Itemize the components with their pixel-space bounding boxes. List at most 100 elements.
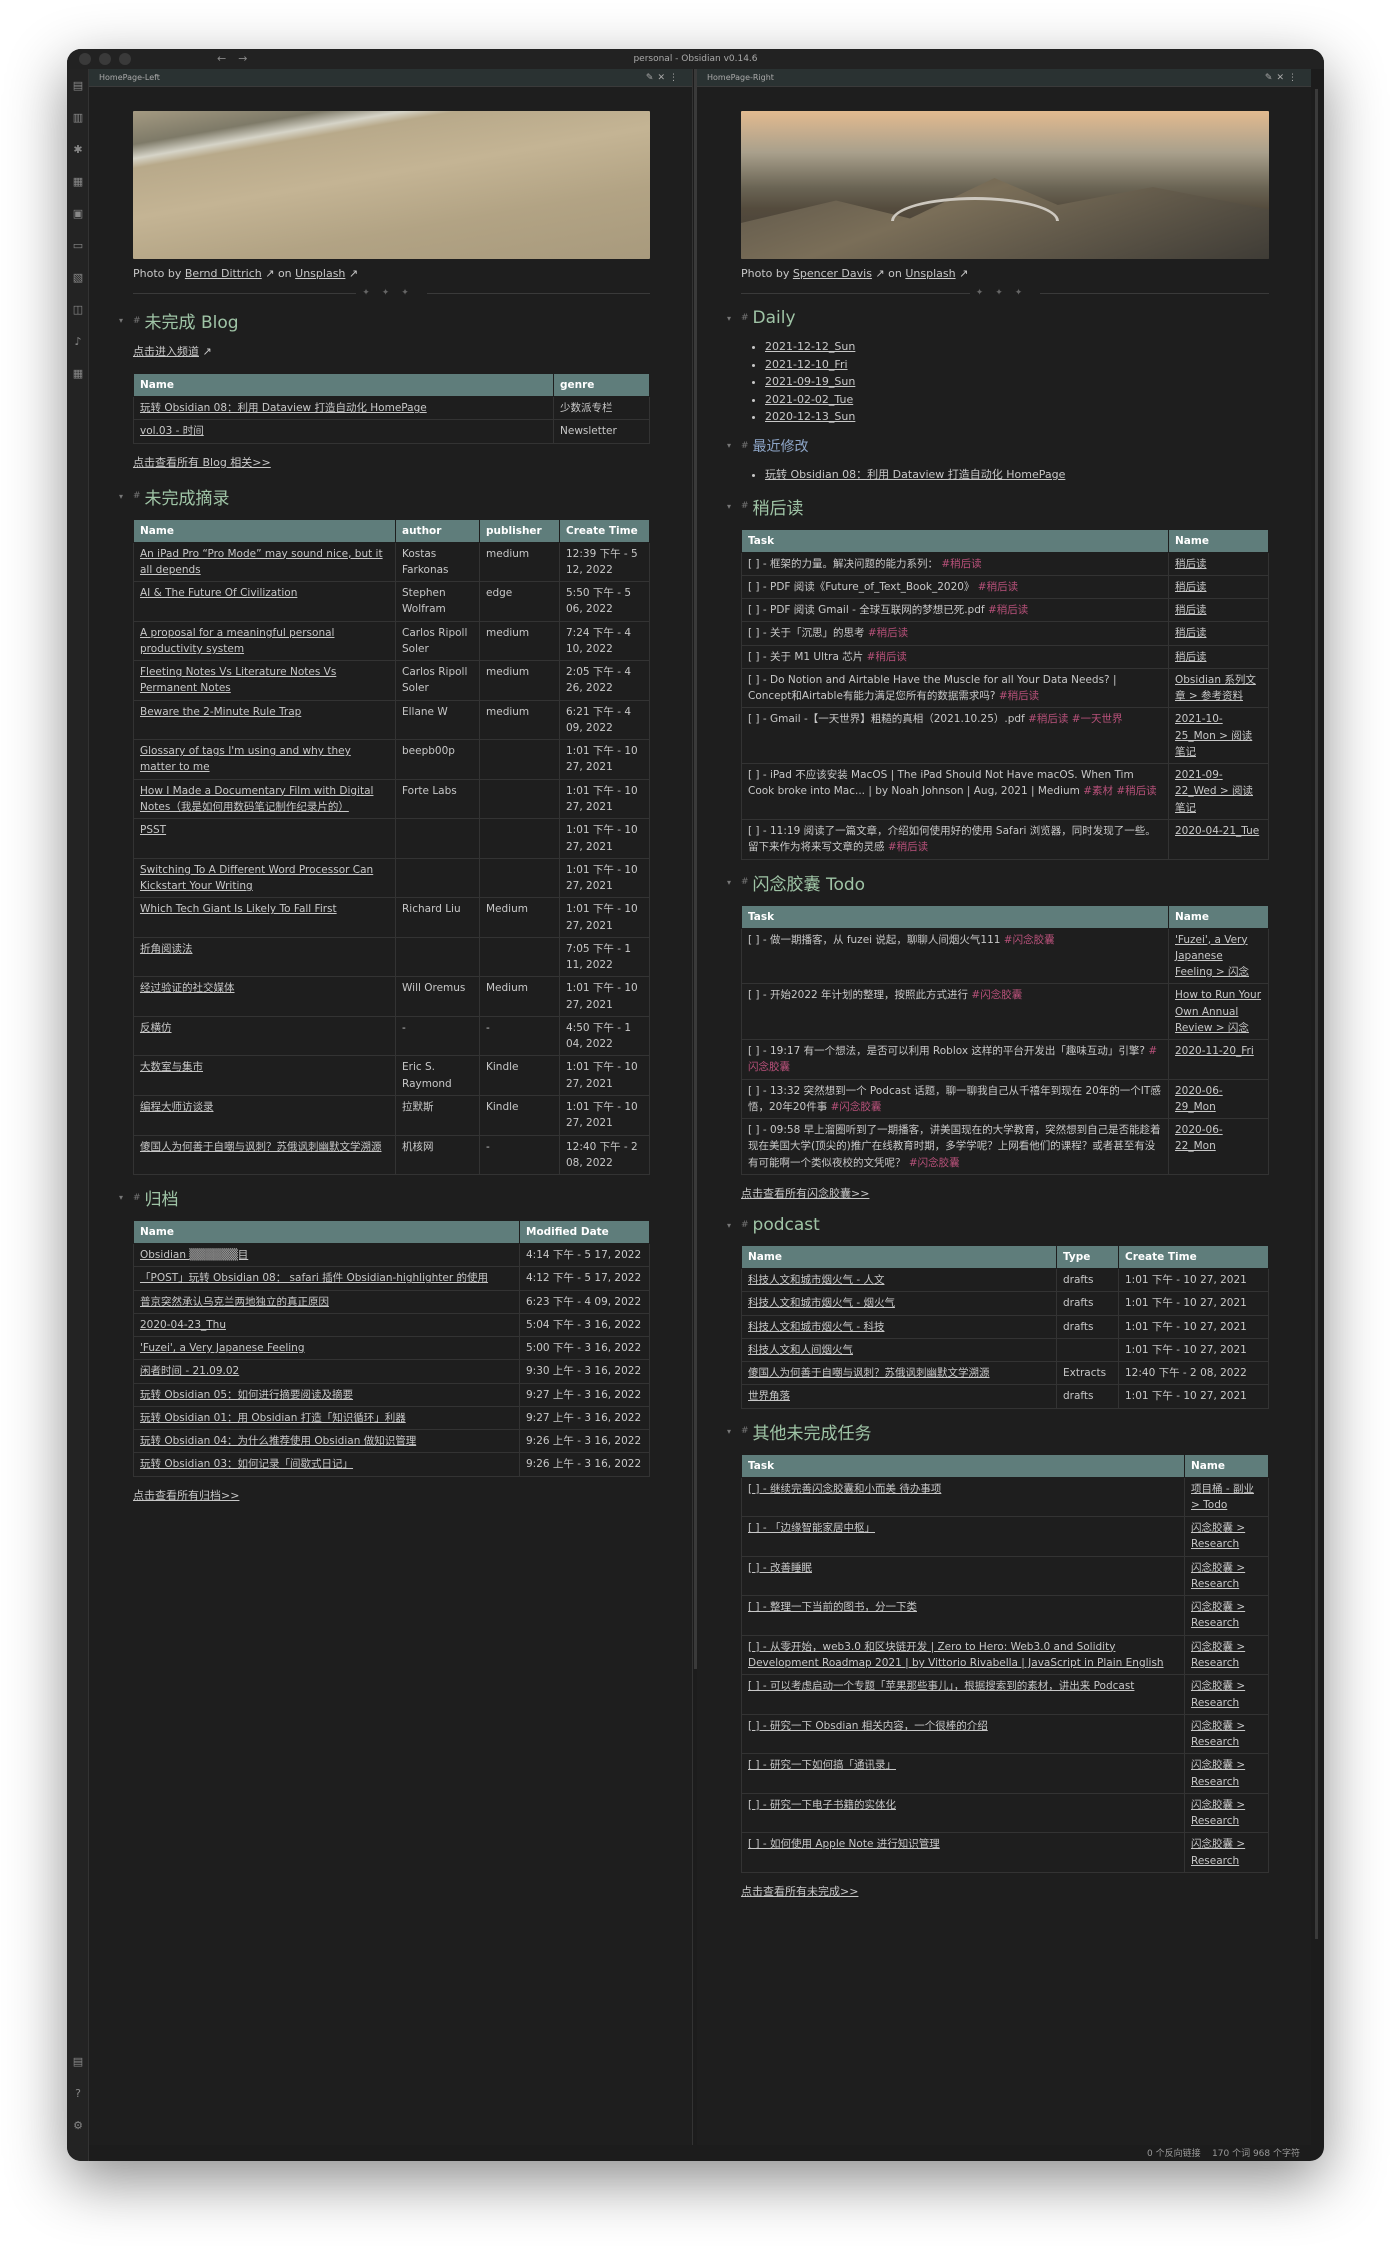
name-cell[interactable]: 稍后读 bbox=[1168, 551, 1269, 576]
name-cell[interactable]: 折角阅读法 bbox=[133, 936, 396, 978]
name-cell[interactable]: 傻国人为何善于自嘲与讽刺？苏俄讽刺幽默文学溯源 bbox=[133, 1134, 396, 1176]
tag-label[interactable]: #闪念胶囊 bbox=[831, 1101, 882, 1113]
tag-label[interactable]: #素材 #稍后读 bbox=[1083, 785, 1156, 797]
value-cell[interactable]: 闪念胶囊 > Research bbox=[1184, 1832, 1269, 1873]
graph-icon[interactable]: ✱ bbox=[67, 133, 89, 165]
value-cell[interactable]: 闪念胶囊 > Research bbox=[1184, 1753, 1269, 1794]
list-item[interactable]: 2020-12-13_Sun bbox=[765, 408, 1269, 426]
name-cell[interactable]: 稍后读 bbox=[1168, 621, 1269, 646]
value-cell[interactable]: 闪念胶囊 > Research bbox=[1184, 1595, 1269, 1636]
tag-label[interactable]: #稍后读 bbox=[988, 604, 1028, 616]
window-controls[interactable] bbox=[79, 53, 131, 65]
calendar-icon[interactable]: ▦ bbox=[67, 165, 89, 197]
mic-icon[interactable]: ♪ bbox=[67, 325, 89, 357]
column-header[interactable]: Task bbox=[741, 528, 1169, 553]
help-icon[interactable]: ? bbox=[67, 2077, 89, 2109]
task-text[interactable]: [ ] - 19:17 有一个想法，是否可以利用 Roblox 这样的平台开发出… bbox=[748, 1045, 1145, 1057]
value-cell[interactable]: 闪念胶囊 > Research bbox=[1184, 1516, 1269, 1557]
channel-link[interactable]: 点击进入频道 ↗ bbox=[133, 343, 650, 359]
name-cell[interactable]: [ ] - 如何使用 Apple Note 进行知识管理 bbox=[741, 1832, 1185, 1873]
right-tab-title[interactable]: HomePage-Right bbox=[707, 73, 1265, 82]
name-cell[interactable]: 'Fuzei', a Very Japanese Feeling > 闪念 bbox=[1168, 927, 1269, 985]
daily-icon[interactable]: ◫ bbox=[67, 293, 89, 325]
name-cell[interactable]: 2021-09-22_Wed > 阅读笔记 bbox=[1168, 763, 1269, 821]
nav-arrows[interactable]: ← → bbox=[217, 52, 247, 65]
tag-label[interactable]: #稍后读 bbox=[941, 558, 981, 570]
tag-label[interactable]: #稍后读 bbox=[888, 841, 928, 853]
name-cell[interactable]: 闲者时间 - 21.09.02 bbox=[133, 1359, 520, 1384]
name-cell[interactable]: 玩转 Obsidian 03：如何记录「间歇式日记」 bbox=[133, 1452, 520, 1477]
column-header[interactable]: publisher bbox=[479, 518, 560, 543]
task-text[interactable]: [ ] - 关于「沉思」的思考 bbox=[748, 627, 865, 639]
column-header[interactable]: Name bbox=[741, 1245, 1057, 1269]
column-header[interactable]: Name bbox=[1168, 904, 1269, 929]
files-icon[interactable]: ▥ bbox=[67, 101, 89, 133]
tag-label[interactable]: #稍后读 bbox=[867, 651, 907, 663]
zoom-window-button[interactable] bbox=[119, 53, 131, 65]
name-cell[interactable]: Beware the 2-Minute Rule Trap bbox=[133, 699, 396, 741]
name-cell[interactable]: vol.03 - 时间 bbox=[133, 419, 554, 444]
name-cell[interactable]: 世界角落 bbox=[741, 1384, 1057, 1409]
photographer-link[interactable]: Bernd Dittrich bbox=[185, 267, 262, 280]
value-cell[interactable]: 闪念胶囊 > Research bbox=[1184, 1674, 1269, 1715]
section-heading-podcast[interactable]: ▾ # podcast bbox=[727, 1215, 1269, 1235]
value-cell[interactable]: 闪念胶囊 > Research bbox=[1184, 1713, 1269, 1755]
list-item[interactable]: 2021-09-19_Sun bbox=[765, 373, 1269, 391]
name-cell[interactable]: 2021-10-25_Mon > 阅读笔记 bbox=[1168, 707, 1269, 765]
column-header[interactable]: Name bbox=[1184, 1453, 1269, 1478]
name-cell[interactable]: How to Run Your Own Annual Review > 闪念 bbox=[1168, 983, 1269, 1041]
section-heading-recent[interactable]: ▾ # 最近修改 bbox=[727, 436, 1269, 456]
name-cell[interactable]: Switching To A Different Word Processor … bbox=[133, 857, 396, 899]
photographer-link[interactable]: Spencer Davis bbox=[793, 267, 872, 280]
name-cell[interactable]: 2020-04-23_Thu bbox=[133, 1312, 520, 1338]
tag-label[interactable]: #闪念胶囊 bbox=[1004, 934, 1055, 946]
task-text[interactable]: [ ] - 11:19 阅读了一篇文章，介绍如何使用好的使用 Safari 浏览… bbox=[748, 825, 1156, 853]
column-header[interactable]: Create Time bbox=[559, 518, 650, 543]
name-cell[interactable]: 2020-11-20_Fri bbox=[1168, 1039, 1269, 1080]
section-heading-daily[interactable]: ▾ # Daily bbox=[727, 308, 1269, 328]
task-text[interactable]: [ ] - 做一期播客，从 fuzei 说起，聊聊人间烟火气111 bbox=[748, 934, 1000, 946]
name-cell[interactable]: 科技人文和城市烟火气 - 烟火气 bbox=[741, 1291, 1057, 1316]
name-cell[interactable]: 稍后读 bbox=[1168, 644, 1269, 669]
name-cell[interactable]: 大数室与集市 bbox=[133, 1055, 396, 1096]
task-text[interactable]: [ ] - Gmail -【一天世界】粗糙的真相（2021.10.25）.pdf bbox=[748, 713, 1025, 725]
task-text[interactable]: [ ] - Do Notion and Airtable Have the Mu… bbox=[748, 674, 1117, 702]
name-cell[interactable]: [ ] - 继续完善闪念胶囊和小而美 待办事项 bbox=[741, 1476, 1185, 1518]
back-arrow-icon[interactable]: ← bbox=[217, 52, 226, 65]
name-cell[interactable]: [ ] - 可以考虑启动一个专题「苹果那些事儿」，根据搜索到的素材，讲出来 Po… bbox=[741, 1674, 1185, 1715]
section-heading-blog[interactable]: ▾ # 未完成 Blog bbox=[119, 308, 650, 333]
flash-more-link[interactable]: 点击查看所有闪念胶囊>> bbox=[741, 1185, 1269, 1201]
name-cell[interactable]: An iPad Pro “Pro Mode” may sound nice, b… bbox=[133, 541, 396, 583]
name-cell[interactable]: 普京突然承认乌克兰两地独立的真正原因 bbox=[133, 1289, 520, 1314]
task-text[interactable]: [ ] - PDF 阅读《Future_of_Text_Book_2020》 bbox=[748, 581, 974, 593]
column-header[interactable]: Name bbox=[1168, 528, 1269, 553]
left-tab-header[interactable]: HomePage-Left ✎✕⋮ bbox=[89, 69, 692, 87]
name-cell[interactable]: 经过验证的社交媒体 bbox=[133, 976, 396, 1017]
name-cell[interactable]: [ ] - 研究一下 Obsdian 相关内容，一个很棒的介绍 bbox=[741, 1713, 1185, 1755]
task-text[interactable]: [ ] - PDF 阅读 Gmail - 全球互联网的梦想已死.pdf bbox=[748, 604, 985, 616]
name-cell[interactable]: 反横仿 bbox=[133, 1015, 396, 1057]
list-item[interactable]: 玩转 Obsidian 08：利用 Dataview 打造自动化 HomePag… bbox=[765, 466, 1269, 484]
section-heading-archive[interactable]: ▾ # 归档 bbox=[119, 1185, 650, 1210]
name-cell[interactable]: 「POST」玩转 Obsidian 08： safari 插件 Obsidian… bbox=[133, 1266, 520, 1291]
name-cell[interactable]: 2020-06-22_Mon bbox=[1168, 1118, 1269, 1175]
task-text[interactable]: [ ] - 关于 M1 Ultra 芯片 bbox=[748, 651, 863, 663]
archive-more-link[interactable]: 点击查看所有归档>> bbox=[133, 1487, 650, 1503]
list-item[interactable]: 2021-12-12_Sun bbox=[765, 338, 1269, 356]
column-header[interactable]: Type bbox=[1056, 1245, 1119, 1269]
value-cell[interactable]: 项目桶 - 副业 > Todo bbox=[1184, 1476, 1269, 1518]
column-header[interactable]: author bbox=[395, 518, 480, 543]
name-cell[interactable]: [ ] - 研究一下电子书籍的实体化 bbox=[741, 1792, 1185, 1834]
calendar-grid-icon[interactable]: ▦ bbox=[67, 357, 89, 389]
name-cell[interactable]: [ ] - 研究一下如何搞「通讯录」 bbox=[741, 1753, 1185, 1794]
left-tab-title[interactable]: HomePage-Left bbox=[99, 73, 646, 82]
list-item[interactable]: 2021-02-02_Tue bbox=[765, 391, 1269, 409]
name-cell[interactable]: [ ] - 「边缘智能家居中枢」 bbox=[741, 1516, 1185, 1557]
tag-label[interactable]: #稍后读 #一天世界 bbox=[1028, 713, 1122, 725]
close-window-button[interactable] bbox=[79, 53, 91, 65]
task-text[interactable]: [ ] - iPad 不应该安装 MacOS | The iPad Should… bbox=[748, 769, 1134, 797]
file-icon[interactable]: ▤ bbox=[67, 69, 89, 101]
name-cell[interactable]: Glossary of tags I'm using and why they … bbox=[133, 739, 396, 780]
section-heading-digest[interactable]: ▾ # 未完成摘录 bbox=[119, 484, 650, 509]
section-heading-other[interactable]: ▾ # 其他未完成任务 bbox=[727, 1419, 1269, 1444]
